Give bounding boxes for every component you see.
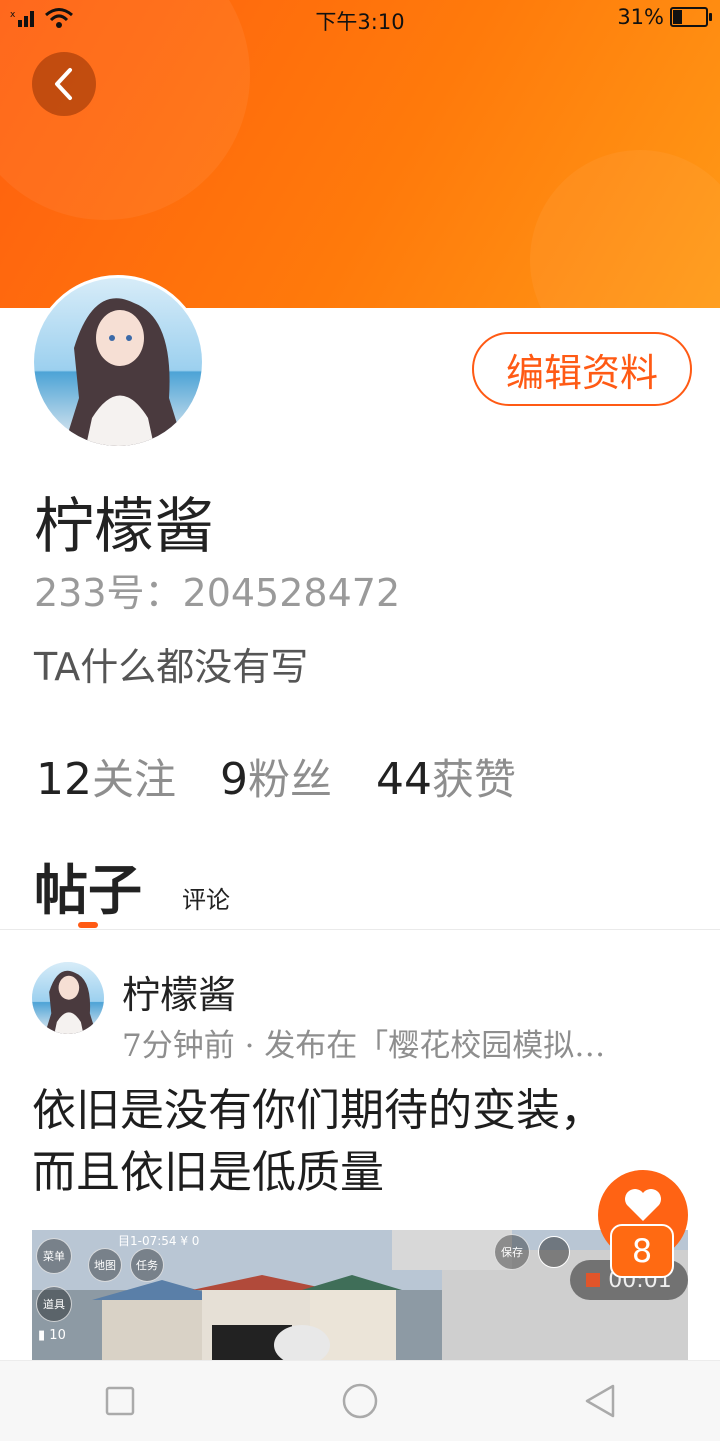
circle-icon: [342, 1383, 378, 1419]
tab-comments[interactable]: 评论: [182, 880, 230, 925]
triangle-back-icon: [585, 1384, 615, 1418]
username: 柠檬酱: [34, 492, 214, 562]
status-time: 下午3:10: [315, 10, 405, 34]
system-navigation-bar: [0, 1360, 720, 1441]
battery-percent: 31%: [617, 5, 664, 29]
tab-posts[interactable]: 帖子: [34, 846, 142, 925]
profile-header-banner: [0, 0, 720, 308]
user-bio: TA什么都没有写: [34, 645, 309, 689]
stat-following[interactable]: 12关注: [36, 746, 176, 807]
post-title[interactable]: 依旧是没有你们期待的变装，而且依旧是低质量: [32, 1080, 612, 1204]
stat-label: 粉丝: [248, 755, 333, 804]
avatar-image: [34, 278, 202, 446]
hud-items-button: 道具: [36, 1286, 72, 1322]
hud-map-button: 地图: [88, 1248, 122, 1282]
back-button[interactable]: [32, 52, 96, 116]
heart-icon: [625, 1189, 661, 1221]
square-icon: [105, 1386, 135, 1416]
post-author-name[interactable]: 柠檬酱: [122, 964, 236, 1019]
status-right: 31%: [617, 5, 712, 29]
avatar-image: [32, 962, 104, 1034]
post-author-avatar[interactable]: [32, 962, 104, 1034]
recents-button[interactable]: [90, 1371, 150, 1431]
back-nav-button[interactable]: [570, 1371, 630, 1431]
profile-avatar[interactable]: [34, 278, 202, 446]
stat-followers[interactable]: 9粉丝: [220, 746, 332, 807]
profile-stats: 12关注 9粉丝 44获赞: [36, 746, 516, 807]
post-meta: 7分钟前 · 发布在「樱花校园模拟…: [122, 1028, 606, 1064]
home-button[interactable]: [330, 1371, 390, 1431]
stat-likes[interactable]: 44获赞: [376, 746, 516, 807]
hud-likes: ▮ 10: [38, 1328, 66, 1343]
user-id: 233号：204528472: [34, 571, 401, 615]
stat-label: 关注: [92, 755, 177, 804]
like-count-badge: 8: [610, 1224, 674, 1278]
divider: [0, 929, 720, 930]
stat-number: 12: [36, 754, 92, 805]
hud-top-text: 目1-07:54 ¥ 0: [118, 1234, 200, 1248]
stat-number: 9: [220, 754, 249, 805]
edit-profile-button[interactable]: 编辑资料: [472, 332, 692, 406]
chevron-left-icon: [55, 68, 72, 100]
hud-camera-icon: [538, 1236, 570, 1268]
hud-task-button: 任务: [130, 1248, 164, 1282]
hud-likes-count: 10: [49, 1328, 66, 1343]
active-tab-indicator: [78, 922, 98, 928]
stat-number: 44: [376, 754, 433, 805]
thumb-icon: ▮: [38, 1328, 46, 1343]
header-decoration: [530, 150, 720, 308]
hud-menu-button: 菜单: [36, 1238, 72, 1274]
battery-icon: [670, 7, 712, 27]
profile-tabs: 帖子 评论: [34, 846, 230, 925]
stat-label: 获赞: [432, 755, 517, 804]
status-bar: x 下午3:10 31%: [0, 0, 720, 36]
hud-save-button: 保存: [494, 1234, 530, 1270]
record-stop-icon: [586, 1273, 601, 1287]
